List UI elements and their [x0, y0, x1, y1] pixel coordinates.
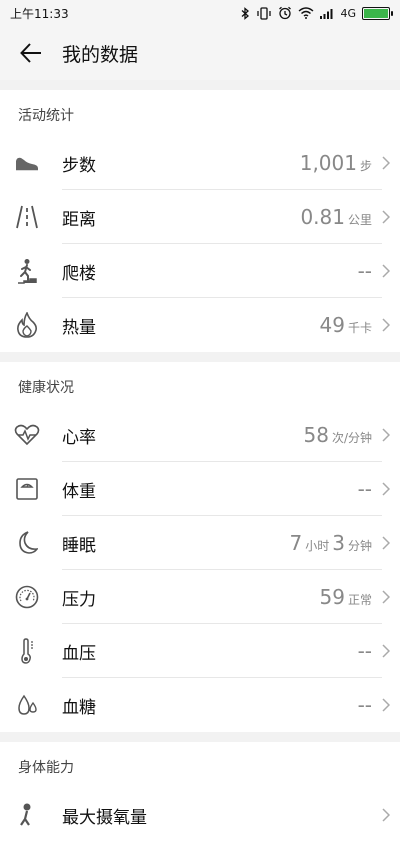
battery-icon: [362, 6, 393, 20]
row-label: 热量: [62, 317, 96, 338]
row-heart-rate[interactable]: 心率 58 次/分钟: [0, 408, 400, 462]
row-blood-pressure[interactable]: 血压 --: [0, 624, 400, 678]
row-unit: 公里: [347, 213, 372, 227]
row-value: 59: [319, 585, 345, 609]
row-steps[interactable]: 步数 1,001 步: [0, 136, 400, 190]
row-sleep[interactable]: 睡眠 7 小时 3 分钟: [0, 516, 400, 570]
row-unit: 步: [359, 159, 372, 173]
row-value: 58: [303, 423, 329, 447]
row-label: 距离: [62, 209, 96, 230]
chevron-right-icon: [382, 590, 390, 604]
row-value: 1,001: [299, 151, 357, 175]
stairs-icon: [18, 259, 37, 284]
row-stress[interactable]: 压力 59 正常: [0, 570, 400, 624]
row-weight[interactable]: 体重 --: [0, 462, 400, 516]
chevron-right-icon: [382, 428, 390, 442]
row-blood-sugar[interactable]: 血糖 --: [0, 678, 400, 732]
road-icon: [16, 205, 38, 229]
row-calories[interactable]: 热量 49 千卡: [0, 298, 400, 352]
row-label: 血压: [62, 643, 96, 664]
chevron-right-icon: [382, 536, 390, 550]
chevron-right-icon: [382, 210, 390, 224]
bluetooth-icon: [242, 6, 250, 20]
row-label: 心率: [62, 427, 96, 448]
scale-icon: [16, 478, 38, 500]
section-title: 活动统计: [18, 108, 74, 124]
row-value: --: [357, 477, 372, 501]
chevron-right-icon: [382, 156, 390, 170]
row-label: 压力: [62, 589, 96, 610]
moon-icon: [19, 531, 38, 554]
row-value: --: [357, 693, 372, 717]
gauge-icon: [15, 585, 39, 609]
section-health: 健康状况 心率 58 次/分钟 体重 -- 睡眠 7 小时 3 分钟 压力 59 正常 血…: [0, 362, 400, 732]
section-title: 身体能力: [18, 760, 74, 776]
app-header: 我的数据: [0, 26, 400, 80]
row-distance[interactable]: 距离 0.81 公里: [0, 190, 400, 244]
wifi-icon: [299, 7, 314, 19]
chevron-right-icon: [382, 644, 390, 658]
sleep-hours: 7: [289, 531, 303, 555]
row-label: 爬楼: [62, 263, 96, 284]
alarm-icon: [279, 6, 292, 20]
row-unit: 千卡: [347, 321, 372, 335]
row-value: --: [357, 639, 372, 663]
page-title: 我的数据: [62, 43, 139, 66]
row-label: 最大摄氧量: [62, 807, 147, 828]
row-label: 血糖: [62, 697, 96, 718]
row-label: 步数: [62, 155, 96, 176]
row-unit: 次/分钟: [331, 431, 372, 445]
status-icons: 4G: [241, 6, 393, 20]
vibrate-icon: [257, 6, 272, 20]
row-unit: 正常: [347, 593, 372, 607]
sleep-minutes: 3: [332, 531, 345, 555]
row-vo2max[interactable]: 最大摄氧量: [0, 788, 400, 842]
status-bar: 上午11:33 4G: [0, 0, 400, 26]
section-title: 健康状况: [18, 380, 74, 396]
chevron-right-icon: [382, 264, 390, 278]
back-button[interactable]: [0, 26, 62, 80]
signal-icon: [320, 8, 333, 19]
shoe-icon: [16, 157, 38, 171]
drops-icon: [18, 694, 37, 715]
network-type: 4G: [340, 6, 356, 20]
chevron-right-icon: [382, 318, 390, 332]
status-time: 上午11:33: [10, 6, 69, 21]
heart-rate-icon: [14, 424, 40, 446]
chevron-right-icon: [382, 808, 390, 822]
chevron-right-icon: [382, 482, 390, 496]
arrow-left-icon: [20, 43, 41, 63]
row-value: 49: [319, 313, 345, 337]
row-value: --: [357, 259, 372, 283]
row-floors[interactable]: 爬楼 --: [0, 244, 400, 298]
section-activity: 活动统计 步数 1,001 步 距离 0.81 公里 爬楼 -- 热量 49 千卡: [0, 90, 400, 352]
sleep-hours-unit: 小时: [305, 539, 330, 553]
row-label: 睡眠: [62, 535, 96, 556]
flame-icon: [17, 312, 37, 338]
runner-icon: [20, 803, 31, 826]
sleep-minutes-unit: 分钟: [347, 539, 372, 553]
row-label: 体重: [62, 481, 96, 502]
section-fitness: 身体能力 最大摄氧量: [0, 742, 400, 842]
row-value: 0.81: [300, 205, 345, 229]
chevron-right-icon: [382, 698, 390, 712]
thermometer-icon: [21, 638, 33, 664]
